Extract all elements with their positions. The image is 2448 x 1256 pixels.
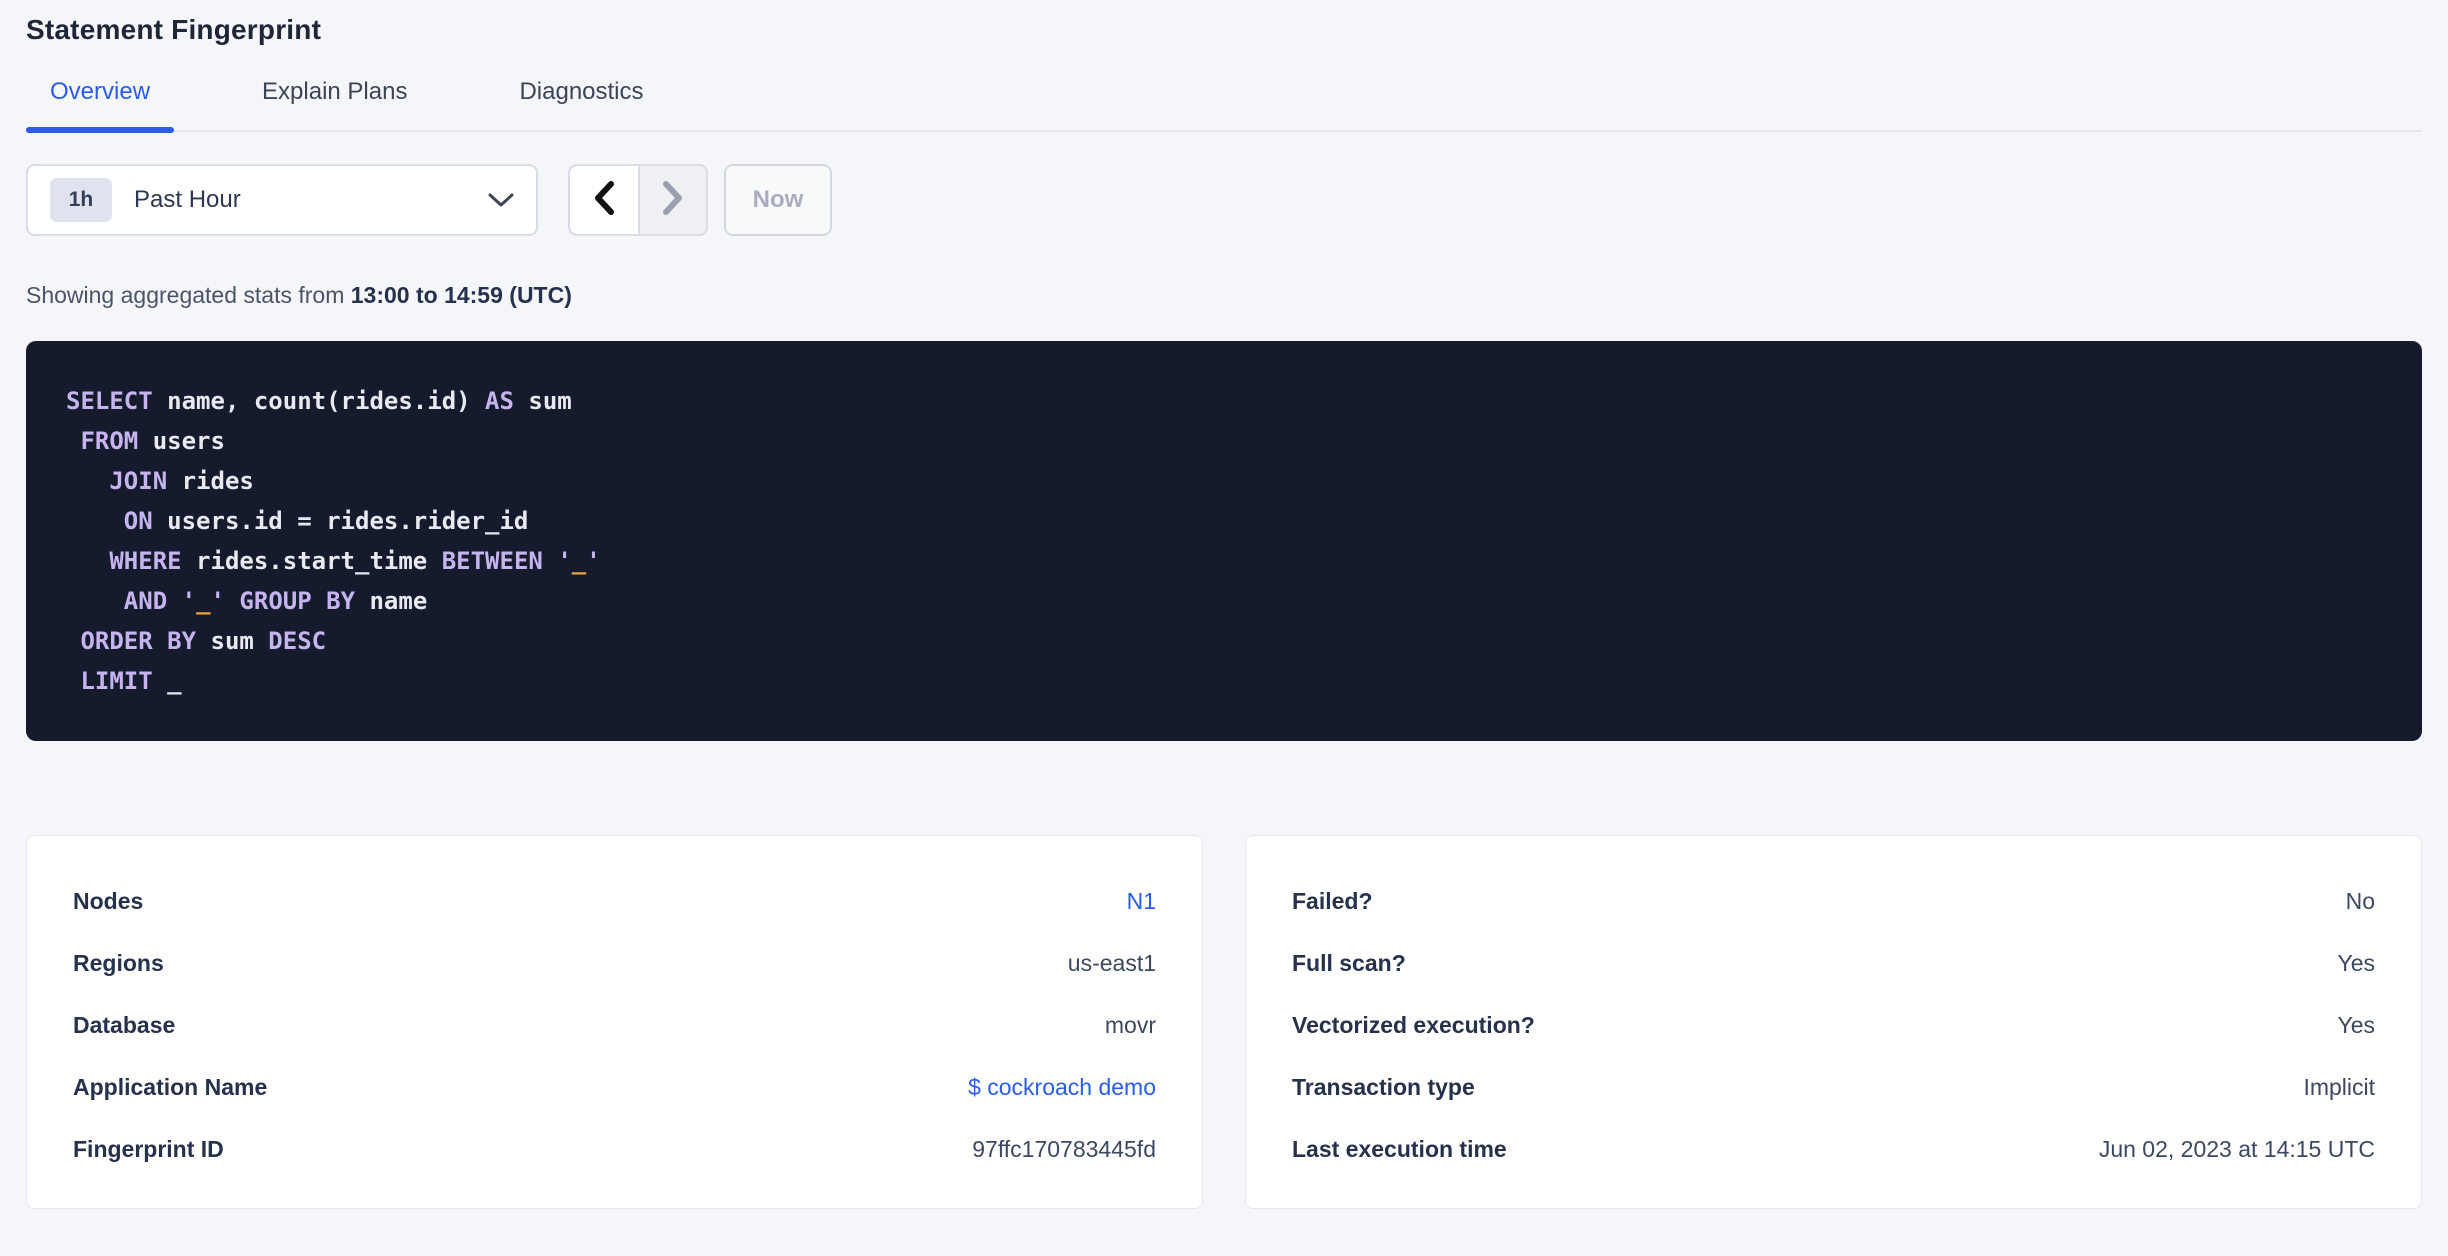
next-time-button[interactable] <box>638 166 706 234</box>
detail-value: Jun 02, 2023 at 14:15 UTC <box>2098 1135 2375 1162</box>
details-cards: Nodes N1 Regions us-east1 Database movr … <box>26 835 2422 1209</box>
chevron-down-icon <box>488 192 514 208</box>
detail-row-full-scan: Full scan? Yes <box>1292 932 2375 994</box>
detail-row-nodes: Nodes N1 <box>73 870 1156 932</box>
detail-row-application-name: Application Name $ cockroach demo <box>73 1056 1156 1118</box>
statement-fingerprint-page: Statement Fingerprint Overview Explain P… <box>0 0 2448 1209</box>
detail-value: us-east1 <box>1067 949 1156 976</box>
detail-value: No <box>2345 887 2375 914</box>
sql-code: SELECT name, count(rides.id) AS sum FROM… <box>66 387 601 695</box>
detail-label: Transaction type <box>1292 1073 1475 1100</box>
time-step-buttons <box>568 164 708 236</box>
detail-label: Nodes <box>73 887 144 914</box>
time-controls: 1h Past Hour Now <box>26 164 2422 236</box>
tab-explain-plans[interactable]: Explain Plans <box>238 78 431 130</box>
detail-value: Implicit <box>2303 1073 2375 1100</box>
aggregated-stats-caption: Showing aggregated stats from 13:00 to 1… <box>26 282 2422 309</box>
detail-label: Failed? <box>1292 887 1373 914</box>
detail-label: Application Name <box>73 1073 268 1100</box>
tab-bar: Overview Explain Plans Diagnostics <box>26 78 2422 133</box>
time-range-label: Past Hour <box>134 186 241 213</box>
tab-diagnostics[interactable]: Diagnostics <box>495 78 667 130</box>
detail-row-last-execution-time: Last execution time Jun 02, 2023 at 14:1… <box>1292 1118 2375 1180</box>
detail-row-failed: Failed? No <box>1292 870 2375 932</box>
detail-row-database: Database movr <box>73 994 1156 1056</box>
detail-value: movr <box>1104 1011 1156 1038</box>
detail-label: Vectorized execution? <box>1292 1011 1535 1038</box>
detail-value: Yes <box>2337 1011 2375 1038</box>
nodes-link[interactable]: N1 <box>1127 888 1156 915</box>
chevron-left-icon <box>593 180 615 220</box>
chevron-right-icon <box>662 180 684 220</box>
detail-label: Regions <box>73 949 164 976</box>
time-range-dropdown[interactable]: 1h Past Hour <box>26 164 538 236</box>
detail-value: 97ffc170783445fd <box>972 1135 1156 1162</box>
detail-label: Database <box>73 1011 176 1038</box>
previous-time-button[interactable] <box>570 166 638 234</box>
application-name-link[interactable]: $ cockroach demo <box>968 1074 1156 1101</box>
detail-row-transaction-type: Transaction type Implicit <box>1292 1056 2375 1118</box>
caption-prefix: Showing aggregated stats from <box>26 282 351 308</box>
detail-label: Full scan? <box>1292 949 1406 976</box>
detail-row-regions: Regions us-east1 <box>73 932 1156 994</box>
detail-value: Yes <box>2337 949 2375 976</box>
sql-statement-box: SELECT name, count(rides.id) AS sum FROM… <box>26 341 2422 741</box>
detail-row-vectorized: Vectorized execution? Yes <box>1292 994 2375 1056</box>
detail-label: Last execution time <box>1292 1135 1507 1162</box>
detail-row-fingerprint-id: Fingerprint ID 97ffc170783445fd <box>73 1118 1156 1180</box>
caption-time-range: 13:00 to 14:59 (UTC) <box>350 282 572 308</box>
now-button[interactable]: Now <box>724 164 832 236</box>
page-title: Statement Fingerprint <box>26 14 322 45</box>
statement-details-card: Nodes N1 Regions us-east1 Database movr … <box>26 835 1203 1209</box>
time-range-badge: 1h <box>50 178 112 222</box>
tab-overview[interactable]: Overview <box>26 78 175 133</box>
detail-label: Fingerprint ID <box>73 1135 224 1162</box>
execution-attributes-card: Failed? No Full scan? Yes Vectorized exe… <box>1245 835 2422 1209</box>
